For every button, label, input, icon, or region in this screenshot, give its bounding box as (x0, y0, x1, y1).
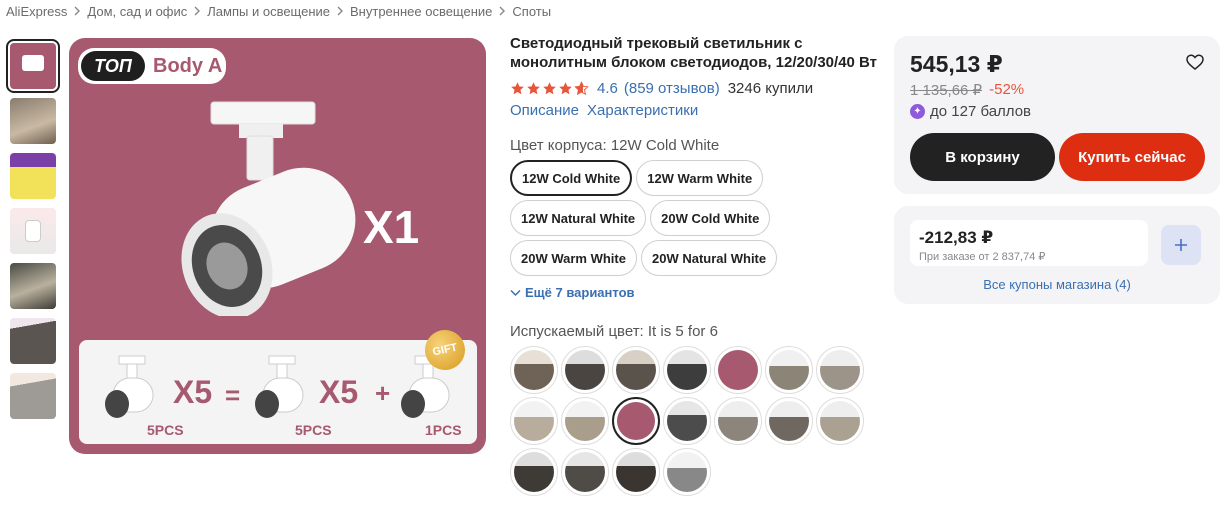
add-to-cart-button[interactable]: В корзину (910, 133, 1055, 181)
variant-option[interactable]: 20W Natural White (640, 240, 778, 276)
color-swatch[interactable] (663, 397, 711, 445)
rating-stars (510, 80, 590, 96)
old-price: 1 135,66 ₽ (910, 82, 983, 99)
rating-row: 4.6 (859 отзывов) 3246 купили (510, 78, 880, 98)
thumbnail-2[interactable] (8, 96, 58, 146)
color-swatch[interactable] (663, 346, 711, 394)
color-swatch[interactable] (663, 448, 711, 496)
breadcrumb-item-spots[interactable]: Споты (512, 4, 551, 19)
variant-option[interactable]: 12W Warm White (636, 160, 764, 196)
more-variants-toggle[interactable]: Ещё 7 вариантов (510, 285, 880, 300)
breadcrumb-item-aliexpress[interactable]: AliExpress (6, 4, 67, 19)
discount-badge: -52% (989, 81, 1025, 98)
thumbnail-4[interactable] (8, 206, 58, 256)
coupon-condition: При заказе от 2 837,74 ₽ (919, 251, 1046, 263)
color-swatch[interactable] (561, 448, 609, 496)
product-title: Светодиодный трековый светильник с монол… (510, 35, 878, 71)
chevron-right-icon (193, 6, 201, 16)
current-price: 545,13 ₽ (910, 51, 1003, 77)
thumbnail-3[interactable] (8, 151, 58, 201)
more-variants-label: Ещё 7 вариантов (525, 285, 635, 300)
color-swatch[interactable] (612, 346, 660, 394)
mult-left: X5 (173, 374, 213, 410)
lamp-icon-2 (255, 355, 304, 418)
all-coupons-link[interactable]: Все купоны магазина (4) (894, 277, 1220, 292)
breadcrumb-item-lamps[interactable]: Лампы и освещение (207, 4, 330, 19)
top-badge: ТОП Body A (78, 48, 226, 84)
plus-sign: + (375, 378, 391, 408)
pcs-label-2: 5PCS (295, 422, 332, 438)
thumbnail-6[interactable] (8, 316, 58, 366)
breadcrumb-item-indoor[interactable]: Внутреннее освещение (350, 4, 492, 19)
sold-count: 3246 купили (727, 79, 814, 97)
variant-options: 12W Cold White 12W Warm White 12W Natura… (510, 160, 810, 276)
variant-option[interactable]: 20W Warm White (510, 240, 637, 276)
points-row: ✦ до 127 баллов (910, 103, 1031, 120)
bundle-offer: X5 = X5 + GIFT 5PCS 5PCS 1PCS (79, 326, 477, 444)
breadcrumb: AliExpress Дом, сад и офис Лампы и освещ… (6, 3, 551, 19)
emit-color-label: Испускаемый цвет: It is 5 for 6 (510, 323, 718, 340)
color-swatch[interactable] (510, 448, 558, 496)
color-swatch[interactable] (612, 397, 660, 445)
old-price-row: 1 135,66 ₽ -52% (910, 81, 1024, 99)
color-label: Цвет корпуса: 12W Cold White (510, 137, 720, 154)
top-label: ТОП (81, 51, 145, 81)
color-swatch[interactable] (816, 397, 864, 445)
info-links: Описание Характеристики (510, 102, 880, 119)
star-icon (543, 81, 556, 94)
heart-icon[interactable] (1186, 54, 1204, 70)
quantity-text: X1 (363, 201, 420, 253)
star-icon (511, 81, 524, 94)
color-swatch[interactable] (765, 397, 813, 445)
pcs-label-1: 5PCS (147, 422, 184, 438)
coupon-card: -212,83 ₽ При заказе от 2 837,74 ₽ (910, 220, 1148, 266)
chevron-down-icon (510, 289, 521, 296)
lamp-icon-1 (105, 355, 154, 418)
mult-right: X5 (319, 374, 359, 410)
coupon-box: -212,83 ₽ При заказе от 2 837,74 ₽ Все к… (894, 206, 1220, 304)
star-icon (559, 81, 572, 94)
track-light-illustration (181, 101, 356, 316)
variant-option[interactable]: 12W Cold White (510, 160, 633, 196)
color-swatch[interactable] (714, 346, 762, 394)
star-icon (527, 81, 540, 94)
plus-icon (1175, 239, 1187, 251)
main-product-image[interactable]: ТОП Body A X1 X5 = X5 + GIFT 5PCS 5PCS 1… (69, 38, 486, 454)
chevron-right-icon (73, 6, 81, 16)
chevron-right-icon (336, 6, 344, 16)
variant-option[interactable]: 12W Natural White (510, 200, 647, 236)
body-label: Body A (153, 54, 223, 77)
coupon-amount: -212,83 ₽ (919, 228, 994, 247)
pcs-label-3: 1PCS (425, 422, 462, 438)
color-swatch[interactable] (510, 346, 558, 394)
color-swatch[interactable] (510, 397, 558, 445)
thumbnail-5[interactable] (8, 261, 58, 311)
thumbnail-list (6, 39, 60, 426)
buy-now-button[interactable]: Купить сейчас (1059, 133, 1205, 181)
buy-box: 545,13 ₽ 1 135,66 ₽ -52% ✦ до 127 баллов… (894, 36, 1220, 194)
thumbnail-1[interactable] (6, 39, 60, 93)
color-swatch[interactable] (816, 346, 864, 394)
breadcrumb-item-home[interactable]: Дом, сад и офис (87, 4, 187, 19)
add-coupon-button[interactable] (1161, 225, 1201, 265)
rating-value[interactable]: 4.6 (597, 80, 618, 97)
color-swatch[interactable] (561, 397, 609, 445)
product-info: Светодиодный трековый светильник с монол… (510, 34, 880, 496)
thumbnail-7[interactable] (8, 371, 58, 421)
description-link[interactable]: Описание (510, 102, 579, 119)
emit-color-swatches (510, 346, 880, 496)
reviews-link[interactable]: (859 отзывов) (624, 80, 720, 97)
specs-link[interactable]: Характеристики (587, 102, 698, 119)
points-icon: ✦ (910, 104, 925, 119)
color-swatch[interactable] (714, 397, 762, 445)
chevron-right-icon (498, 6, 506, 16)
color-swatch[interactable] (765, 346, 813, 394)
half-star-icon (574, 80, 589, 95)
variant-option[interactable]: 20W Cold White (650, 200, 771, 236)
color-swatch[interactable] (612, 448, 660, 496)
points-text: до 127 баллов (930, 103, 1032, 120)
color-swatch[interactable] (561, 346, 609, 394)
equals-sign: = (225, 380, 241, 410)
